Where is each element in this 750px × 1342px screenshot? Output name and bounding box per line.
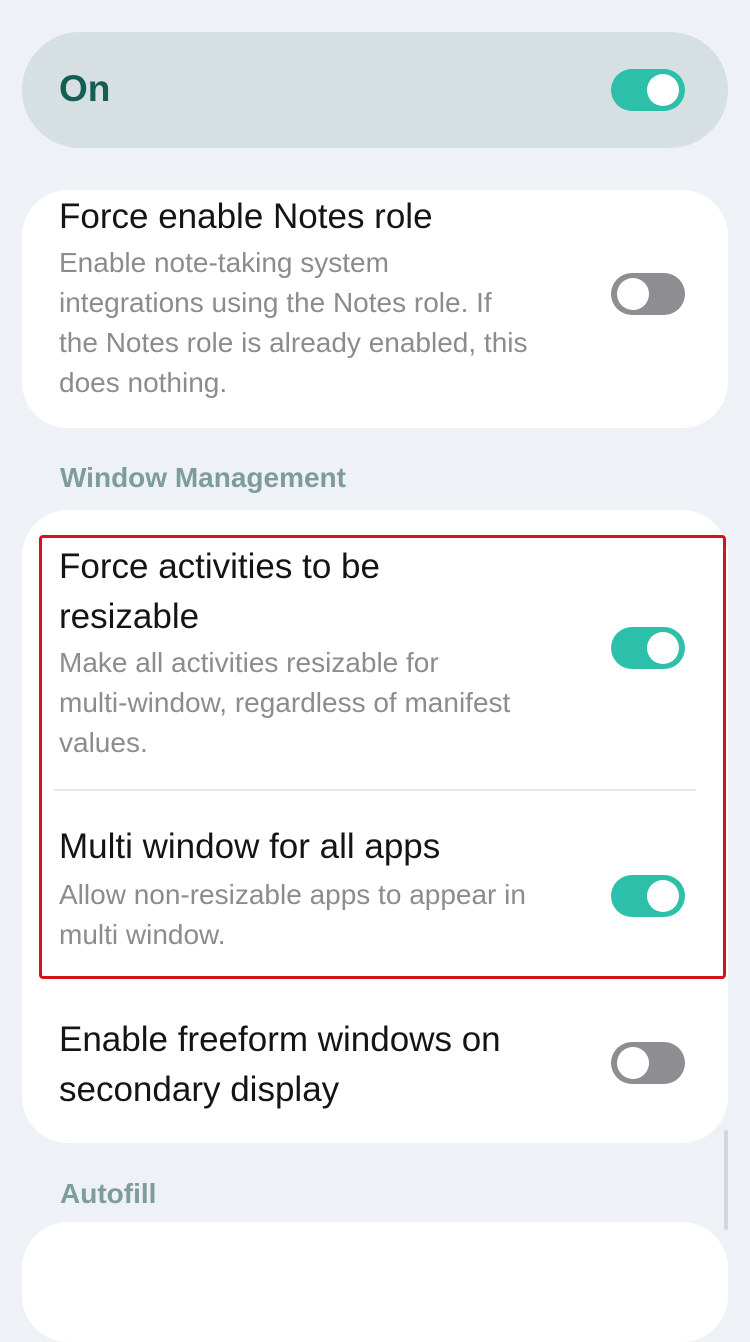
notes-role-card: Force enable Notes role Enable note-taki…	[22, 190, 728, 428]
master-switch-label: On	[59, 68, 111, 109]
notes-role-toggle[interactable]	[611, 273, 685, 315]
section-header-autofill: Autofill	[60, 1178, 157, 1209]
setting-title-line: secondary display	[59, 1070, 340, 1109]
toggle-knob	[617, 278, 649, 310]
master-toggle[interactable]	[611, 69, 685, 111]
master-switch-bar[interactable]: On	[22, 32, 728, 148]
toggle-knob	[617, 1047, 649, 1079]
setting-title: Force enable Notes role	[59, 197, 433, 236]
setting-row-force-enable-notes-role[interactable]: Force enable Notes role Enable note-taki…	[22, 190, 728, 428]
section-header-window-management: Window Management	[60, 462, 346, 493]
autofill-card	[22, 1222, 728, 1342]
setting-summary-line: the Notes role is already enabled, this	[59, 327, 528, 358]
setting-row-freeform-secondary-display[interactable]: Enable freeform windows on secondary dis…	[22, 1015, 728, 1125]
highlight-box	[39, 535, 726, 979]
setting-summary-line: integrations using the Notes role. If	[59, 287, 492, 318]
setting-summary-line: Enable note-taking system	[59, 247, 389, 278]
freeform-secondary-toggle[interactable]	[611, 1042, 685, 1084]
setting-title-line: Enable freeform windows on	[59, 1020, 501, 1059]
toggle-knob	[647, 74, 679, 106]
scrollbar[interactable]	[724, 1130, 728, 1230]
setting-summary-line: does nothing.	[59, 367, 228, 398]
